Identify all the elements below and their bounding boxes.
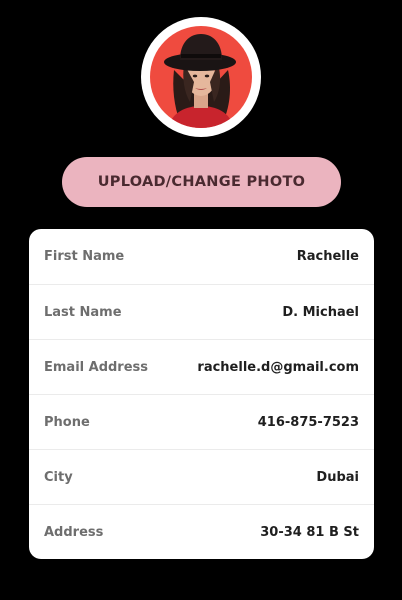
upload-change-photo-button[interactable]: UPLOAD/CHANGE PHOTO [62, 157, 341, 207]
city-value: Dubai [316, 469, 359, 485]
profile-photo[interactable] [150, 26, 252, 128]
email-label: Email Address [44, 359, 149, 375]
last-name-value: D. Michael [282, 304, 359, 320]
detail-row-first-name: First Name Rachelle [29, 229, 374, 284]
detail-row-address: Address 30-34 81 B St [29, 504, 374, 559]
phone-label: Phone [44, 414, 90, 430]
first-name-value: Rachelle [296, 249, 359, 264]
email-value: rachelle.d@gmail.com [197, 359, 359, 375]
profile-details-card: First Name Rachelle Last Name D. Michael… [29, 229, 374, 559]
detail-row-last-name: Last Name D. Michael [29, 284, 374, 339]
address-label: Address [44, 524, 104, 540]
address-value: 30-34 81 B St [260, 524, 359, 540]
detail-row-city: City Dubai [29, 449, 374, 504]
last-name-label: Last Name [44, 304, 122, 320]
first-name-label: First Name [44, 249, 125, 264]
phone-value: 416-875-7523 [257, 414, 359, 430]
person-avatar-icon [164, 34, 236, 128]
detail-row-email: Email Address rachelle.d@gmail.com [29, 339, 374, 394]
city-label: City [44, 469, 73, 485]
profile-photo-frame[interactable] [141, 17, 261, 137]
detail-row-phone: Phone 416-875-7523 [29, 394, 374, 449]
